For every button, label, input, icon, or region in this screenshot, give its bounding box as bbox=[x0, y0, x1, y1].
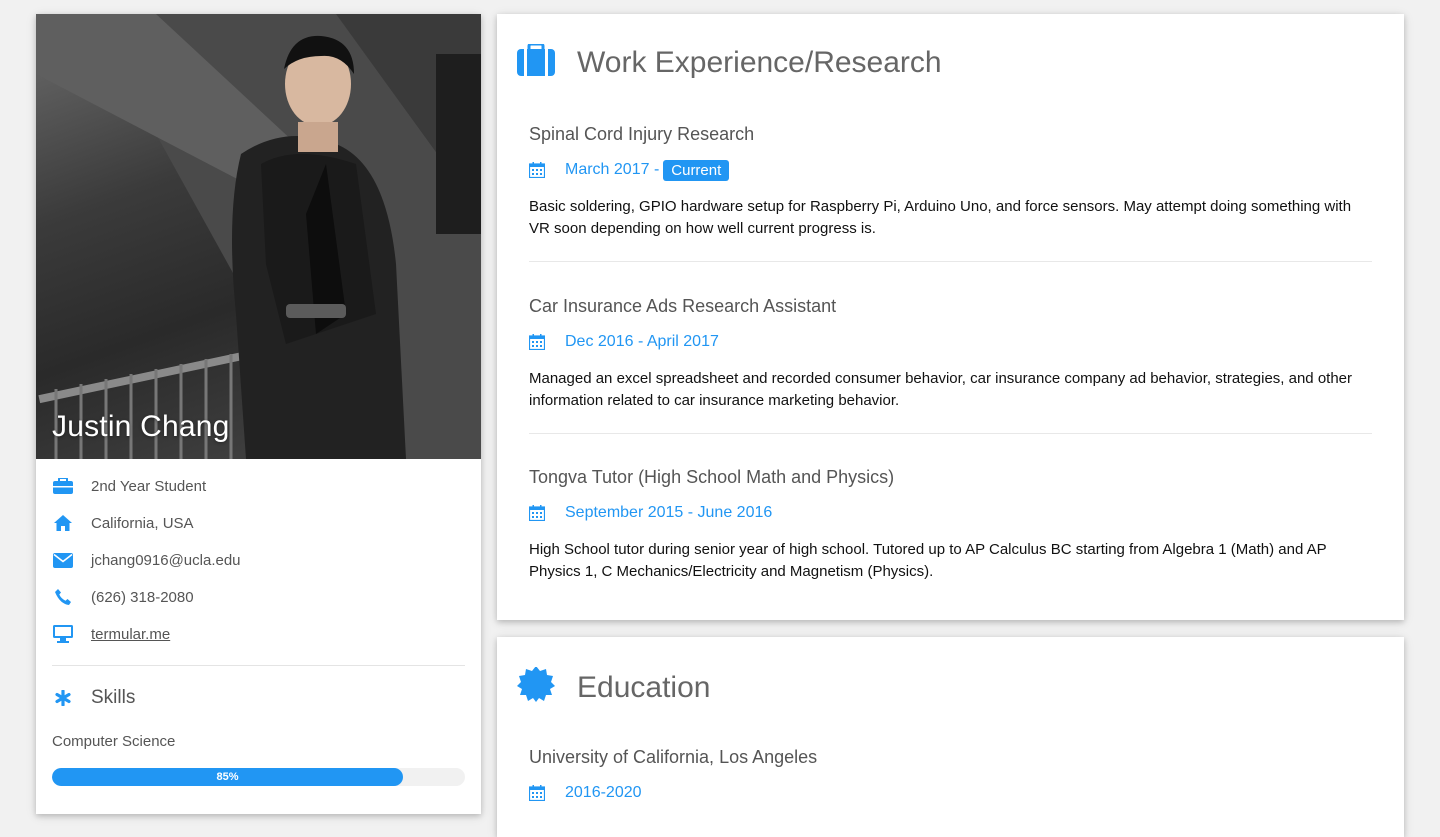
entry-title: University of California, Los Angeles bbox=[529, 747, 818, 767]
profile-card: Justin Chang 2nd Year Student California… bbox=[36, 14, 481, 814]
work-entry: Car Insurance Ads Research Assistant Dec… bbox=[529, 296, 1372, 412]
phone-text: (626) 318-2080 bbox=[91, 588, 194, 606]
work-entry: Tongva Tutor (High School Math and Physi… bbox=[529, 467, 1372, 583]
info-row-email: jchang0916@ucla.edu bbox=[52, 548, 241, 572]
entry-divider bbox=[529, 433, 1372, 434]
entry-description: Managed an excel spreadsheet and recorde… bbox=[529, 370, 1353, 409]
entry-divider bbox=[529, 261, 1372, 262]
occupation-text: 2nd Year Student bbox=[91, 477, 207, 495]
certificate-icon bbox=[517, 666, 555, 708]
education-heading: Education bbox=[517, 666, 711, 708]
desktop-icon bbox=[52, 623, 74, 645]
skills-title: Skills bbox=[91, 687, 136, 708]
skill-progress-fill: 85% bbox=[52, 768, 404, 786]
skills-heading: Skills bbox=[52, 687, 135, 709]
info-row-location: California, USA bbox=[52, 511, 194, 535]
entry-date-text: 2016-2020 bbox=[565, 784, 642, 801]
suitcase-icon bbox=[517, 42, 555, 81]
entry-date: Dec 2016 - April 2017 bbox=[529, 330, 1372, 354]
envelope-icon bbox=[52, 549, 74, 571]
phone-icon bbox=[52, 586, 74, 608]
calendar-icon bbox=[529, 505, 549, 521]
education-card: Education University of California, Los … bbox=[497, 637, 1404, 837]
skill-progress-bar: 85% bbox=[52, 768, 465, 786]
calendar-icon bbox=[529, 334, 549, 350]
info-row-phone: (626) 318-2080 bbox=[52, 585, 194, 609]
location-text: California, USA bbox=[91, 514, 194, 532]
profile-name: Justin Chang bbox=[52, 410, 230, 443]
email-text: jchang0916@ucla.edu bbox=[91, 551, 241, 569]
info-row-occupation: 2nd Year Student bbox=[52, 474, 206, 498]
info-row-website: termular.me bbox=[52, 622, 170, 646]
entry-date: 2016-2020 bbox=[529, 781, 1372, 805]
entry-date-text: March 2017 - bbox=[565, 161, 660, 178]
asterisk-icon bbox=[52, 690, 74, 706]
briefcase-icon bbox=[52, 475, 74, 497]
entry-title: Car Insurance Ads Research Assistant bbox=[529, 296, 837, 316]
entry-date: September 2015 - June 2016 bbox=[529, 501, 1372, 525]
entry-description: Basic soldering, GPIO hardware setup for… bbox=[529, 198, 1352, 237]
entry-title: Spinal Cord Injury Research bbox=[529, 124, 755, 144]
entry-title: Tongva Tutor (High School Math and Physi… bbox=[529, 467, 895, 487]
profile-divider bbox=[52, 665, 465, 666]
work-heading: Work Experience/Research bbox=[517, 42, 942, 81]
website-link[interactable]: termular.me bbox=[91, 626, 170, 643]
skill-label: Computer Science bbox=[52, 733, 176, 750]
education-entry: University of California, Los Angeles 20… bbox=[529, 747, 1372, 805]
work-title: Work Experience/Research bbox=[577, 45, 942, 79]
calendar-icon bbox=[529, 785, 549, 801]
home-icon bbox=[52, 512, 74, 534]
entry-date-text: September 2015 - June 2016 bbox=[565, 504, 773, 521]
current-badge: Current bbox=[663, 159, 730, 181]
work-experience-card: Work Experience/Research Spinal Cord Inj… bbox=[497, 14, 1404, 620]
entry-description: High School tutor during senior year of … bbox=[529, 541, 1327, 580]
calendar-icon bbox=[529, 162, 549, 178]
profile-photo: Justin Chang bbox=[36, 14, 481, 459]
entry-date-text: Dec 2016 - April 2017 bbox=[565, 333, 719, 350]
work-entry: Spinal Cord Injury Research March 2017 -… bbox=[529, 124, 1372, 240]
entry-date: March 2017 - Current bbox=[529, 158, 1372, 182]
education-title: Education bbox=[577, 670, 711, 704]
